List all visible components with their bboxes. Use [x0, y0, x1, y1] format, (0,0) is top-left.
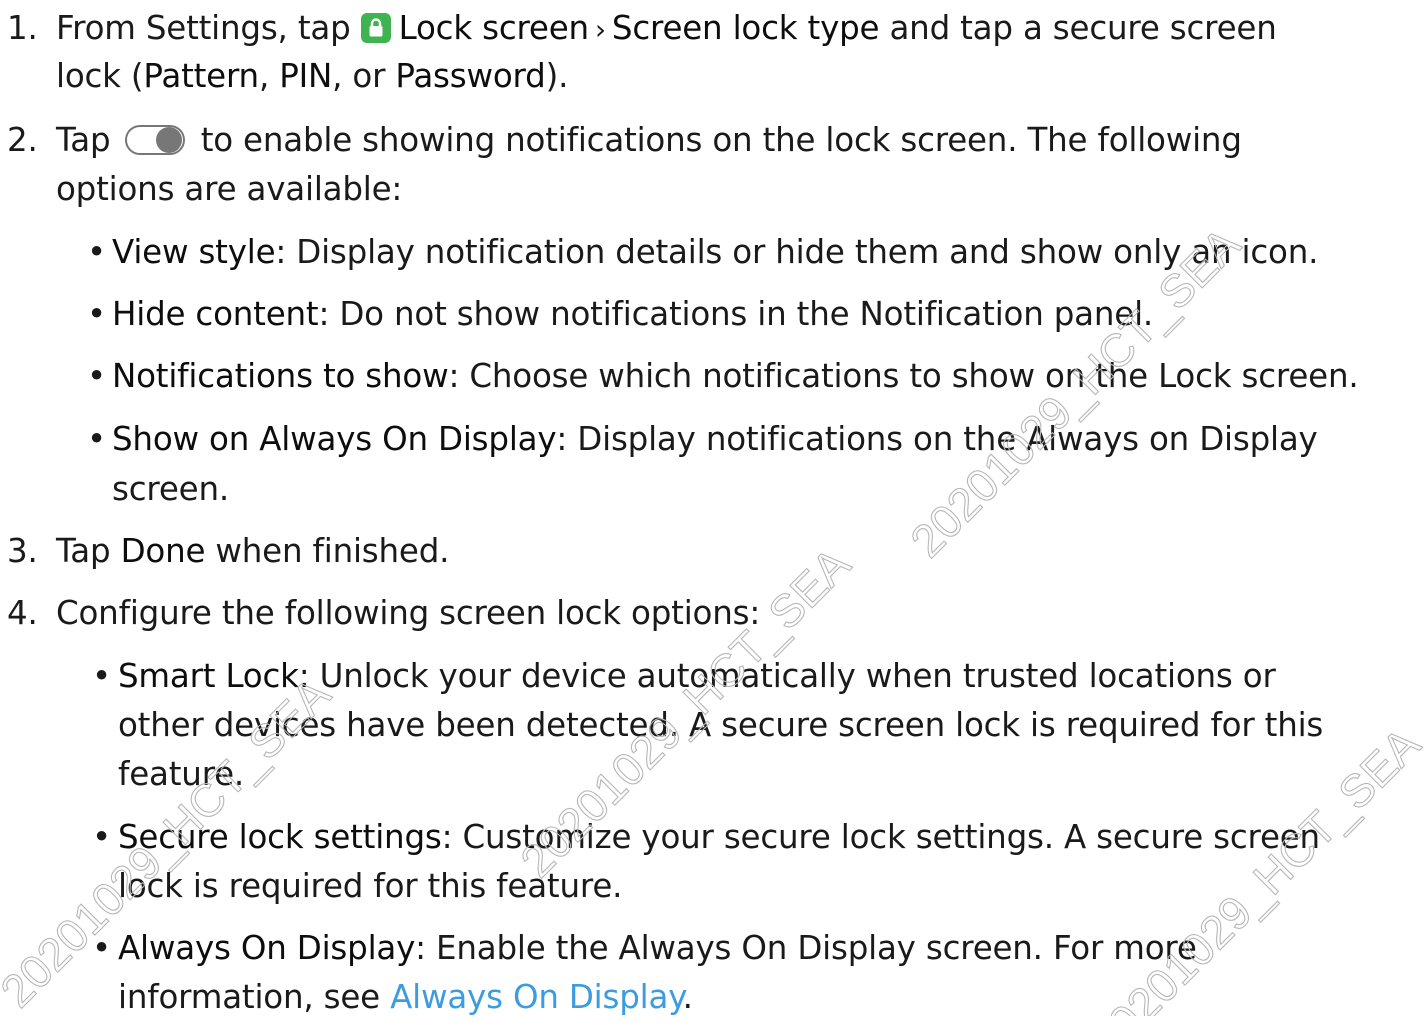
step-number: 3. — [7, 532, 38, 570]
bullet-icon: • — [87, 233, 106, 271]
step-4: 4. Configure the following screen lock o… — [0, 583, 760, 644]
screen-lock-type-label: Screen lock type — [611, 9, 880, 47]
always-on-display-link[interactable]: Always On Display — [390, 978, 683, 1016]
step-3: 3. Tap Done when finished. — [0, 521, 449, 582]
lock-icon — [360, 13, 391, 43]
lock-screen-label: Lock screen — [398, 9, 589, 47]
password-label: Password — [395, 57, 546, 95]
pattern-label: Pattern — [143, 57, 259, 95]
done-label: Done — [120, 532, 206, 570]
step-number: 4. — [7, 594, 38, 632]
pin-label: PIN — [279, 57, 333, 95]
bullet-notifications-to-show: • Notifications to show: Choose which no… — [0, 346, 1359, 407]
chevron-right-icon: › — [594, 13, 606, 46]
bullet-icon: • — [87, 295, 106, 333]
bullet-hide-content: • Hide content: Do not show notification… — [0, 284, 1153, 345]
bullet-icon: • — [87, 357, 106, 395]
toggle-switch-icon — [124, 125, 185, 155]
bullet-view-style: • View style: Display notification detai… — [0, 222, 1318, 283]
